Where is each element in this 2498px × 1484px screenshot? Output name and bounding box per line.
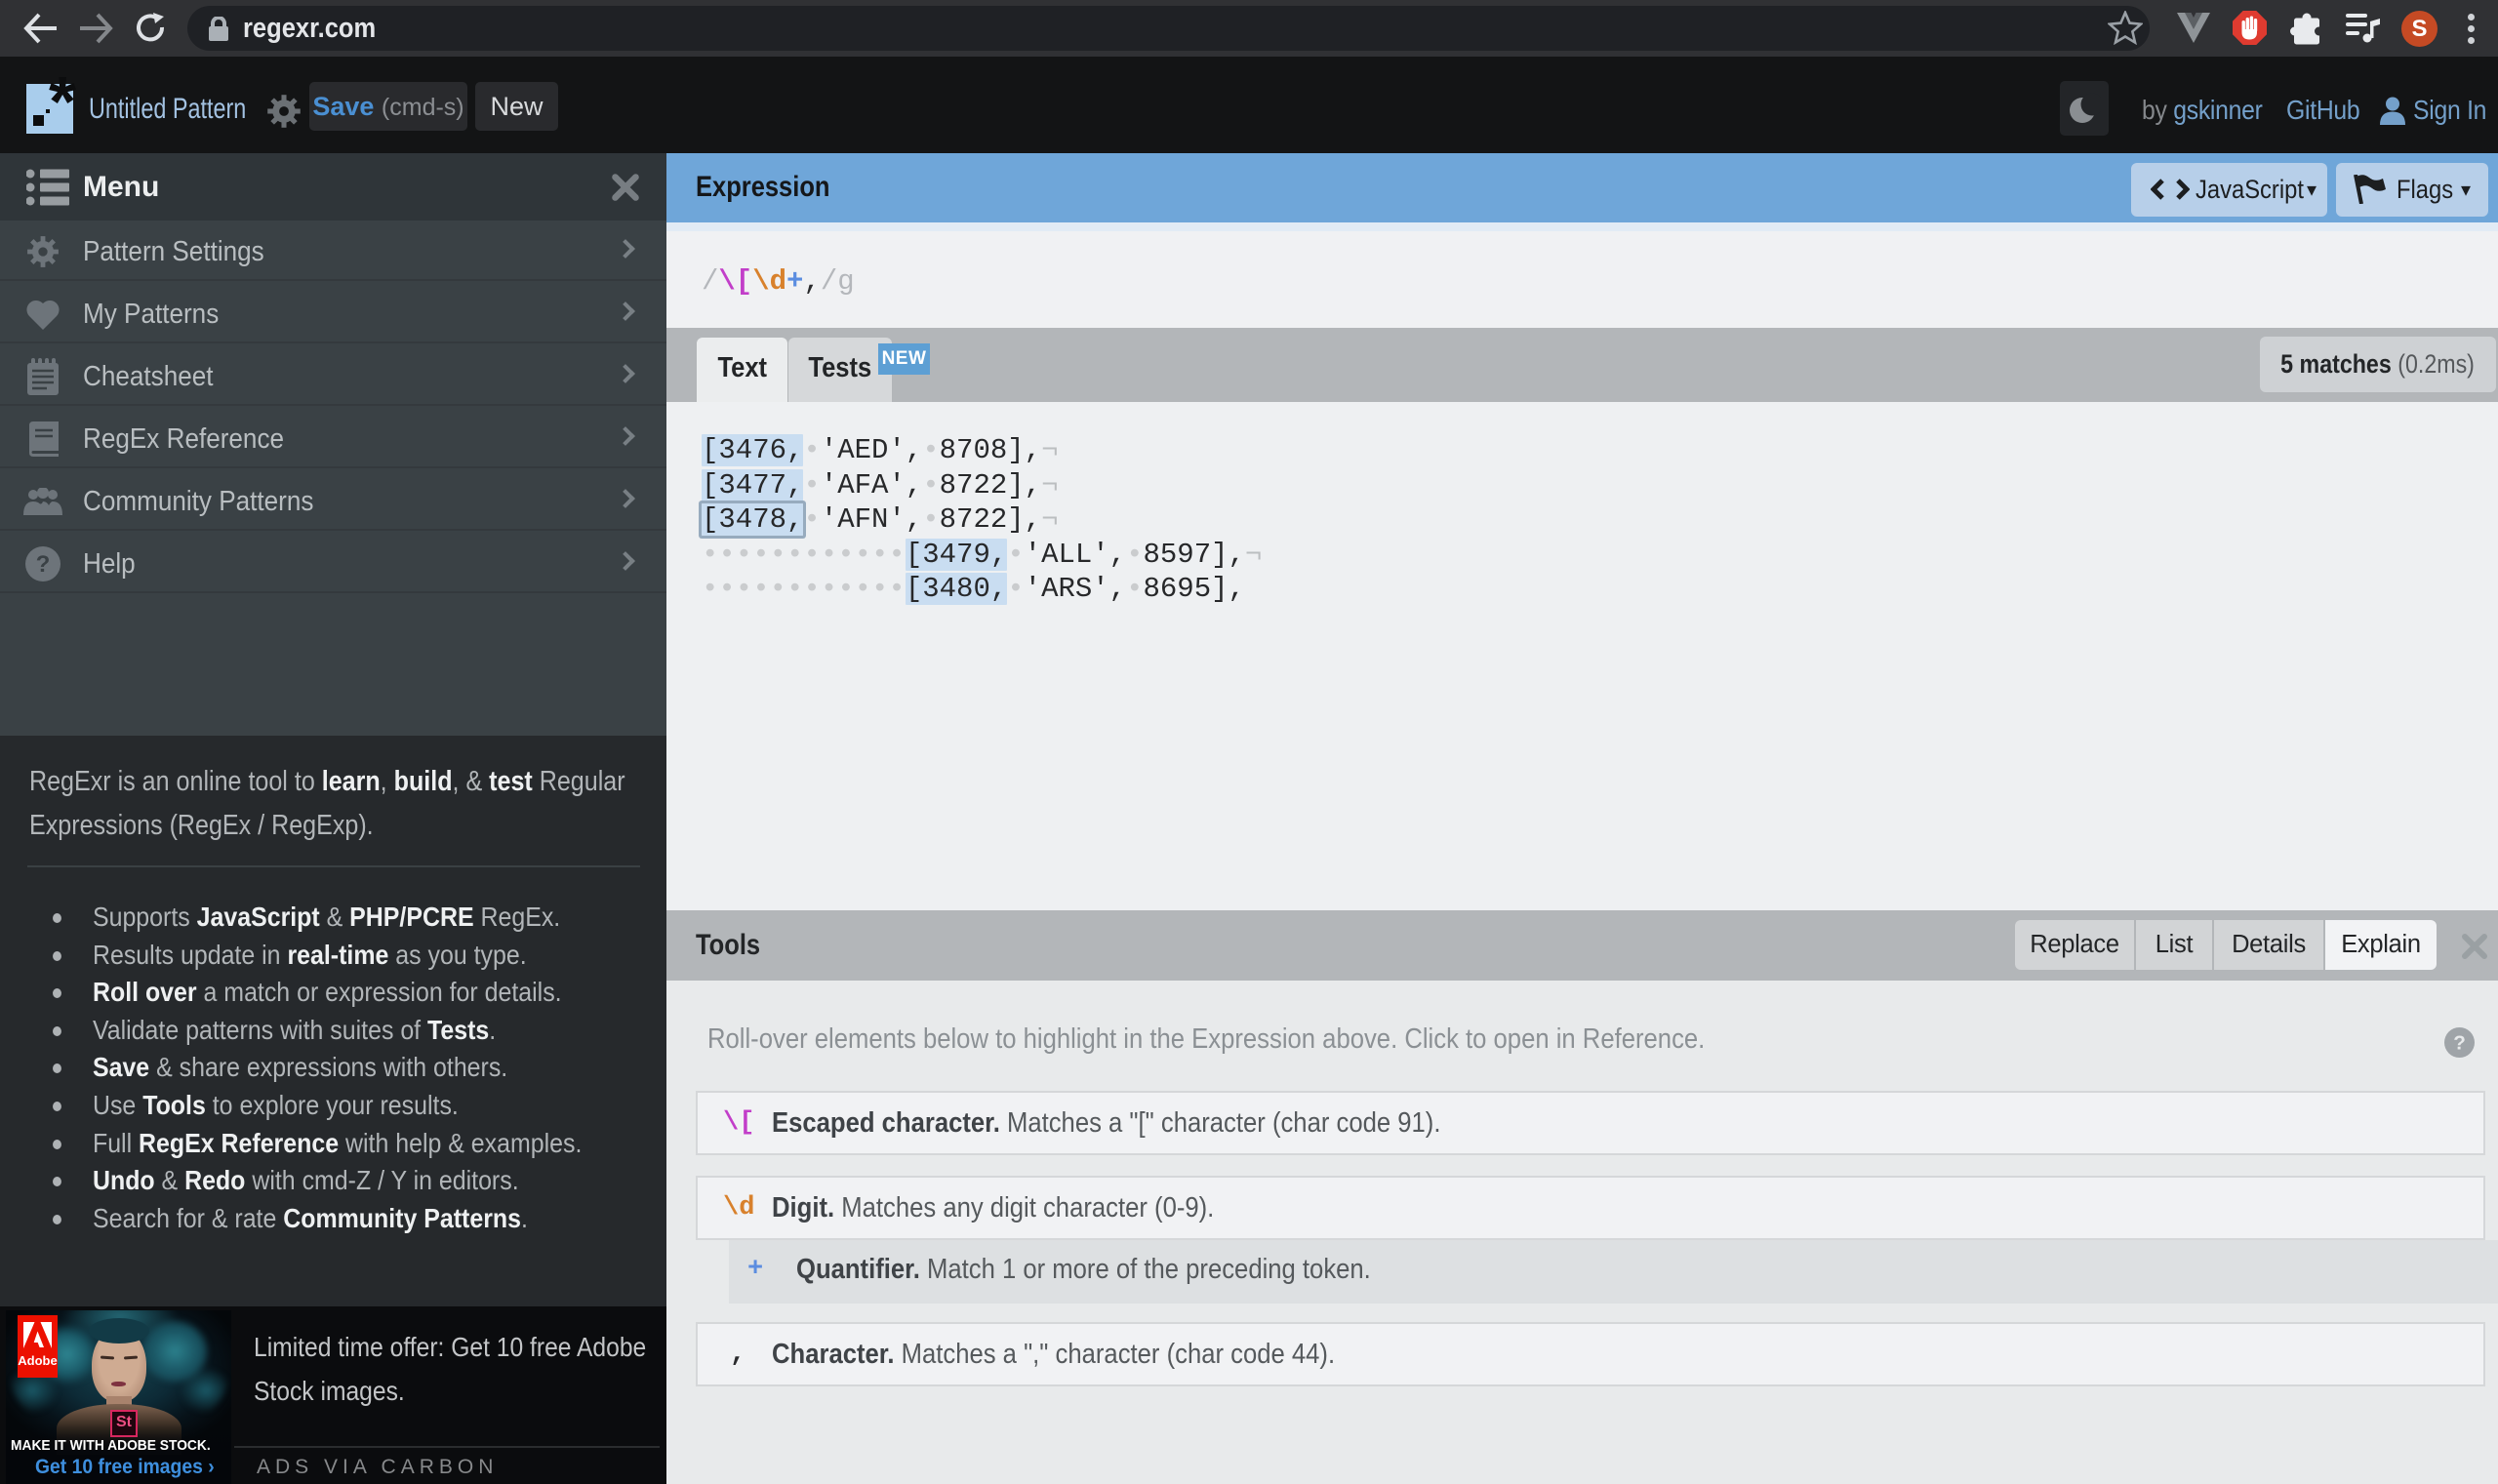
svg-text:?: ?: [36, 551, 51, 578]
svg-text:?: ?: [2453, 1031, 2466, 1054]
